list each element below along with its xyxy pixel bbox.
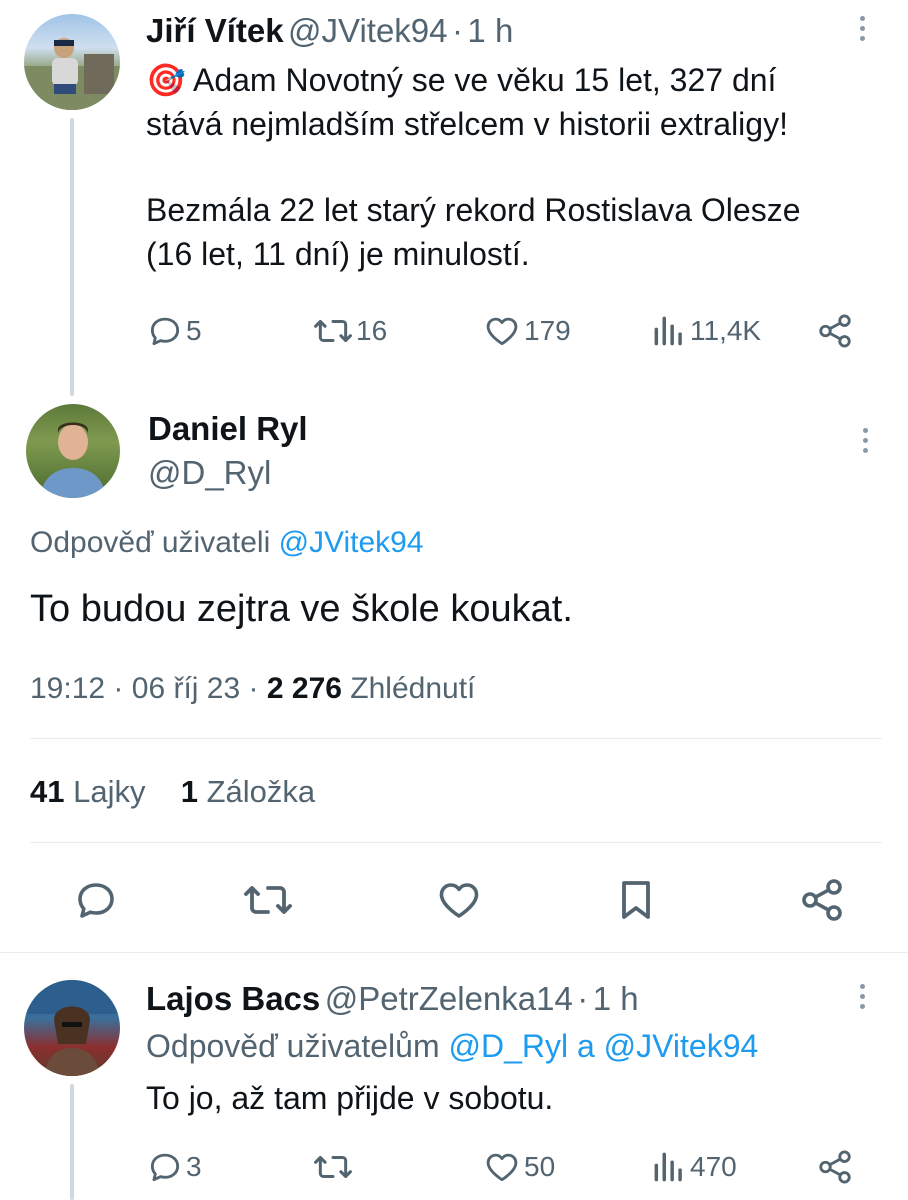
reply-button[interactable] <box>72 876 120 924</box>
bookmarks-stat[interactable]: 1 Záložka <box>181 774 315 809</box>
avatar-jvitek[interactable] <box>24 14 120 110</box>
tweet-text: To budou zejtra ve škole koukat. <box>30 588 573 630</box>
author-name[interactable]: Lajos Bacs <box>146 980 320 1017</box>
likes-label: Lajky <box>73 774 146 809</box>
reply-and: a <box>576 1028 595 1064</box>
author-handle[interactable]: @PetrZelenka14 <box>325 980 573 1017</box>
like-icon <box>439 883 479 918</box>
thread-line <box>70 1084 74 1200</box>
avatar-petrzelenka-image <box>24 980 120 1076</box>
avatar-jvitek-image <box>24 38 120 110</box>
section-divider <box>0 952 908 953</box>
repost-button[interactable] <box>242 876 294 924</box>
bookmark-icon <box>622 881 650 919</box>
like-icon <box>486 317 518 346</box>
repost-button[interactable]: 16 <box>312 312 387 350</box>
repost-icon <box>314 319 352 343</box>
like-count: 179 <box>524 315 571 346</box>
mention-link[interactable]: @D_Ryl <box>448 1028 568 1064</box>
engagement-stats: 41 Lajky 1 Záložka <box>30 774 315 810</box>
mention-link[interactable]: @JVitek94 <box>604 1028 759 1064</box>
repost-count: 16 <box>356 315 388 346</box>
likes-stat[interactable]: 41 Lajky <box>30 774 145 809</box>
views-count: 470 <box>690 1151 737 1182</box>
more-icon[interactable] <box>857 984 867 1014</box>
views-icon <box>654 1152 682 1182</box>
reply-prefix: Odpověď uživateli <box>30 526 271 559</box>
tweet-line: stává nejmladším střelcem v historii ext… <box>146 106 788 142</box>
bookmarks-count: 1 <box>180 774 198 809</box>
reply-icon <box>78 883 114 918</box>
tweet-line: Bezmála 22 let starý rekord Rostislava O… <box>146 192 801 228</box>
reply-count: 3 <box>186 1151 202 1182</box>
target-emoji: 🎯 <box>146 62 186 98</box>
reply-icon <box>150 1153 180 1182</box>
like-button[interactable] <box>434 876 484 924</box>
like-count: 50 <box>524 1151 556 1182</box>
reply-prefix: Odpověď uživatelům <box>146 1028 440 1064</box>
avatar-petrzelenka[interactable] <box>24 980 120 1076</box>
separator-dot: · <box>577 980 589 1017</box>
separator-dot: · <box>113 672 124 705</box>
reply-count: 5 <box>186 315 202 346</box>
reply-icon <box>150 317 180 346</box>
share-button[interactable] <box>798 876 846 924</box>
views-button[interactable]: 470 <box>650 1148 737 1186</box>
share-icon <box>819 314 851 348</box>
author-handle[interactable]: @JVitek94 <box>288 12 447 49</box>
like-icon <box>486 1153 518 1182</box>
share-button[interactable] <box>816 1148 854 1186</box>
bookmark-button[interactable] <box>612 876 660 924</box>
bookmarks-label: Záložka <box>206 774 316 809</box>
avatar-dryl[interactable] <box>26 404 120 498</box>
reply-button[interactable]: 3 <box>146 1148 202 1186</box>
repost-icon <box>314 1155 352 1179</box>
tweet-line: (16 let, 11 dní) je minulostí. <box>146 236 530 272</box>
divider <box>30 738 882 739</box>
tweet-line: Adam Novotný se ve věku 15 let, 327 dní <box>192 62 777 98</box>
reply-context: Odpověď uživateli @JVitek94 <box>30 526 424 560</box>
like-button[interactable]: 50 <box>482 1148 555 1186</box>
share-icon <box>819 1150 851 1184</box>
likes-count: 41 <box>30 774 65 809</box>
separator-dot: · <box>248 672 259 705</box>
views-button[interactable]: 11,4K <box>650 312 761 350</box>
post-time[interactable]: 19:12 <box>30 672 105 705</box>
views-label: Zhlédnutí <box>350 672 476 705</box>
share-button[interactable] <box>816 312 854 350</box>
reply-button[interactable]: 5 <box>146 312 202 350</box>
repost-icon <box>244 886 292 914</box>
post-date[interactable]: 06 říj 23 <box>132 672 240 705</box>
tweet-header: Lajos Bacs @PetrZelenka14 · 1 h <box>146 980 639 1018</box>
timestamp[interactable]: 1 h <box>593 980 639 1017</box>
reply-context: Odpověď uživatelům @D_Ryl a @JVitek94 <box>146 1028 758 1065</box>
thread-line <box>70 118 74 396</box>
like-button[interactable]: 179 <box>482 312 571 350</box>
tweet-text: 🎯 Adam Novotný se ve věku 15 let, 327 dn… <box>146 58 886 276</box>
author-name[interactable]: Jiří Vítek <box>146 12 284 49</box>
repost-button[interactable] <box>312 1148 354 1186</box>
mention-link[interactable]: @JVitek94 <box>279 526 424 559</box>
tweet-header: Jiří Vítek @JVitek94 · 1 h <box>146 12 513 50</box>
views-count: 2 276 <box>266 672 342 705</box>
separator-dot: · <box>451 12 463 49</box>
views-icon <box>654 316 682 346</box>
share-icon <box>802 879 842 921</box>
author-handle[interactable]: @D_Ryl <box>148 454 271 492</box>
tweet-meta: 19:12 · 06 říj 23 · 2 276 Zhlédnutí <box>30 672 475 706</box>
avatar-dryl-image <box>40 422 106 498</box>
divider <box>30 842 882 843</box>
more-icon[interactable] <box>857 16 867 46</box>
timestamp[interactable]: 1 h <box>467 12 513 49</box>
author-name[interactable]: Daniel Ryl <box>148 410 308 448</box>
tweet-text: To jo, až tam přijde v sobotu. <box>146 1080 554 1116</box>
views-count: 11,4K <box>690 315 762 346</box>
more-icon[interactable] <box>860 428 870 458</box>
